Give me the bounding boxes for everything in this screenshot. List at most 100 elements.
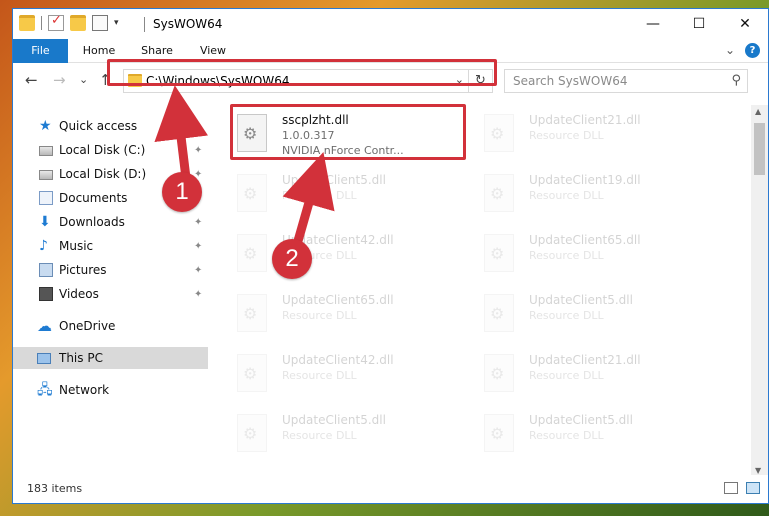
dll-file-icon <box>484 294 514 332</box>
callout-badge-1: 1 <box>162 172 202 212</box>
sidebar-item-local-disk-c[interactable]: Local Disk (C:) ✦ <box>13 139 208 161</box>
view-toggle <box>724 482 760 494</box>
item-count: 183 items <box>27 482 83 495</box>
pin-icon[interactable]: ✦ <box>194 217 202 228</box>
file-item-highlighted[interactable]: sscplzht.dll 1.0.0.317 NVIDIA nForce Con… <box>209 109 449 161</box>
file-item[interactable]: UpdateClient65.dll Resource DLL <box>456 229 696 281</box>
tab-view[interactable]: View <box>189 39 237 63</box>
address-bar[interactable]: C:\Windows\SysWOW64 ⌄ ↻ <box>123 69 493 93</box>
pin-icon[interactable]: ✦ <box>194 241 202 252</box>
file-item[interactable]: UpdateClient19.dll Resource DLL <box>456 169 696 221</box>
ribbon-collapse-icon[interactable]: ⌄ <box>725 43 735 58</box>
maximize-button[interactable]: ☐ <box>676 9 722 39</box>
file-type: Resource DLL <box>282 309 357 322</box>
dll-file-icon <box>237 354 267 392</box>
forward-arrow-icon[interactable]: → <box>53 71 66 89</box>
search-icon[interactable]: ⚲ <box>731 73 741 88</box>
file-name: UpdateClient5.dll <box>282 173 386 187</box>
file-type: Resource DLL <box>529 429 604 442</box>
address-folder-icon <box>128 74 142 87</box>
file-name: UpdateClient65.dll <box>529 233 641 247</box>
cloud-icon: ☁ <box>37 317 52 335</box>
dll-file-icon <box>484 354 514 392</box>
address-path[interactable]: C:\Windows\SysWOW64 <box>146 74 290 88</box>
file-name: sscplzht.dll <box>282 113 349 127</box>
file-item[interactable]: UpdateClient21.dll Resource DLL <box>456 349 696 401</box>
file-item[interactable]: UpdateClient65.dll Resource DLL <box>209 289 449 341</box>
file-type: Resource DLL <box>529 309 604 322</box>
recent-locations-icon[interactable]: ⌄ <box>79 73 88 86</box>
scroll-down-icon[interactable]: ▼ <box>755 466 761 475</box>
minimize-button[interactable]: — <box>630 9 676 39</box>
back-arrow-icon[interactable]: ← <box>25 71 38 89</box>
tab-file[interactable]: File <box>13 39 68 63</box>
file-description: NVIDIA nForce Contr... <box>282 144 404 157</box>
tab-share[interactable]: Share <box>131 39 183 63</box>
file-name: UpdateClient5.dll <box>529 413 633 427</box>
sidebar-item-pictures[interactable]: Pictures ✦ <box>13 259 208 281</box>
file-version: 1.0.0.317 <box>282 129 335 142</box>
pictures-icon <box>39 263 53 277</box>
file-type: Resource DLL <box>529 189 604 202</box>
pin-icon[interactable]: ✦ <box>194 289 202 300</box>
file-explorer-window: ▾ SysWOW64 — ☐ ✕ File Home Share View ⌄ … <box>12 8 769 504</box>
dll-file-icon <box>237 414 267 452</box>
sidebar-item-label: Videos <box>59 287 99 301</box>
file-name: UpdateClient42.dll <box>282 353 394 367</box>
sidebar-item-onedrive[interactable]: ☁ OneDrive <box>13 315 208 337</box>
search-placeholder: Search SysWOW64 <box>513 74 628 88</box>
sidebar-item-downloads[interactable]: ⬇ Downloads ✦ <box>13 211 208 233</box>
refresh-icon[interactable]: ↻ <box>468 70 492 92</box>
disk-icon <box>39 146 53 156</box>
pin-icon[interactable]: ✦ <box>194 265 202 276</box>
title-bar: ▾ SysWOW64 — ☐ ✕ <box>13 9 768 39</box>
scroll-up-icon[interactable]: ▲ <box>755 107 761 116</box>
file-item[interactable]: UpdateClient42.dll Resource DLL <box>209 229 449 281</box>
sidebar-item-label: Music <box>59 239 94 253</box>
file-name: UpdateClient21.dll <box>529 113 641 127</box>
tiles-view-icon[interactable] <box>746 482 760 494</box>
navigation-pane: ★ Quick access Local Disk (C:) ✦ Local D… <box>13 105 208 477</box>
file-item[interactable]: UpdateClient21.dll Resource DLL <box>456 109 696 161</box>
file-item[interactable]: UpdateClient5.dll Resource DLL <box>209 169 449 221</box>
sidebar-item-quick-access[interactable]: ★ Quick access <box>13 115 208 137</box>
title-divider <box>144 17 145 32</box>
sidebar-item-music[interactable]: ♪ Music ✦ <box>13 235 208 257</box>
file-item[interactable]: UpdateClient5.dll Resource DLL <box>209 409 449 461</box>
sidebar-item-videos[interactable]: Videos ✦ <box>13 283 208 305</box>
up-arrow-icon[interactable]: ↑ <box>99 71 112 89</box>
callout-badge-2: 2 <box>272 239 312 279</box>
file-list: sscplzht.dll 1.0.0.317 NVIDIA nForce Con… <box>209 105 744 477</box>
new-folder-icon[interactable] <box>70 15 86 31</box>
file-item[interactable]: UpdateClient42.dll Resource DLL <box>209 349 449 401</box>
dll-file-icon <box>237 174 267 212</box>
scroll-thumb[interactable] <box>754 123 765 175</box>
window-controls: — ☐ ✕ <box>630 9 768 39</box>
ribbon-right-controls: ⌄ ? <box>725 43 760 58</box>
folder-icon[interactable] <box>19 15 35 31</box>
dll-file-icon <box>237 294 267 332</box>
customize-icon[interactable] <box>92 15 108 31</box>
close-button[interactable]: ✕ <box>722 9 768 39</box>
tab-home[interactable]: Home <box>73 39 125 63</box>
details-view-icon[interactable] <box>724 482 738 494</box>
file-item[interactable]: UpdateClient5.dll Resource DLL <box>456 409 696 461</box>
search-input[interactable]: Search SysWOW64 ⚲ <box>504 69 748 93</box>
address-dropdown-icon[interactable]: ⌄ <box>455 73 464 86</box>
sidebar-item-network[interactable]: 🖧 Network <box>13 379 208 401</box>
file-name: UpdateClient65.dll <box>282 293 394 307</box>
qat-dropdown-icon[interactable]: ▾ <box>114 18 119 28</box>
vertical-scrollbar[interactable]: ▲ ▼ <box>751 105 768 477</box>
sidebar-item-label: Quick access <box>59 119 138 133</box>
file-type: Resource DLL <box>529 249 604 262</box>
file-type: Resource DLL <box>529 129 604 142</box>
navigation-bar: ← → ⌄ ↑ C:\Windows\SysWOW64 ⌄ ↻ Search S… <box>13 64 768 98</box>
properties-check-icon[interactable] <box>48 13 64 31</box>
file-name: UpdateClient5.dll <box>282 413 386 427</box>
sidebar-item-this-pc[interactable]: This PC <box>13 347 208 369</box>
pin-icon[interactable]: ✦ <box>194 145 202 156</box>
help-icon[interactable]: ? <box>745 43 760 58</box>
network-icon: 🖧 <box>37 382 53 398</box>
file-item[interactable]: UpdateClient5.dll Resource DLL <box>456 289 696 341</box>
file-name: UpdateClient5.dll <box>529 293 633 307</box>
